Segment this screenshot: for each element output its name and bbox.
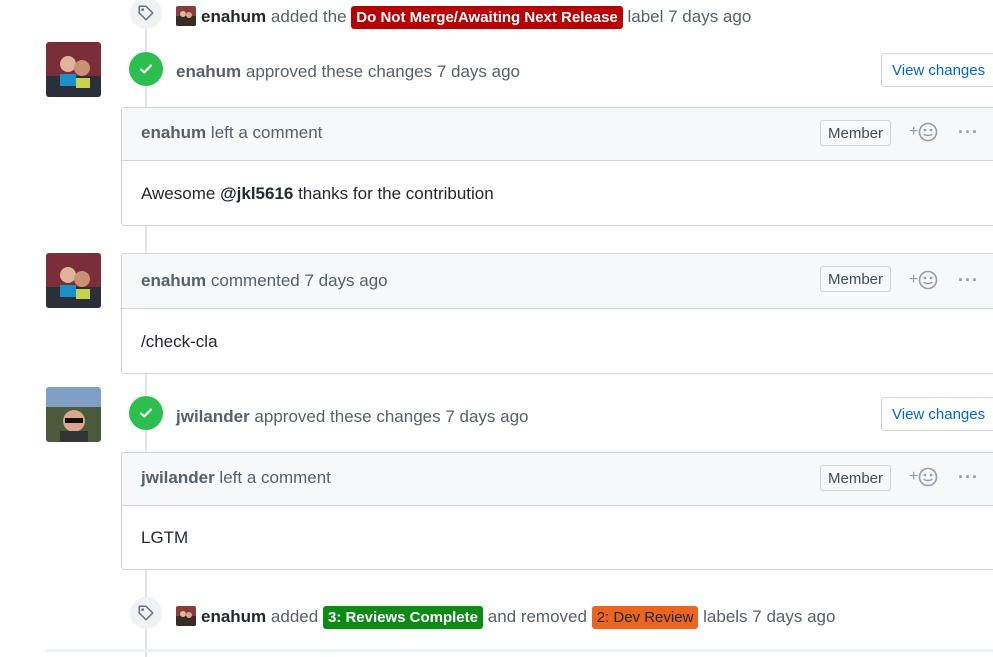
actor-link[interactable]: jwilander <box>176 407 250 426</box>
more-options-button[interactable]: ··· <box>958 467 979 488</box>
avatar[interactable] <box>46 387 101 442</box>
more-options-button[interactable]: ··· <box>958 270 979 291</box>
event-text: label 7 days ago <box>627 7 752 26</box>
comment-header: enahum commented 7 days ago Member + ··· <box>122 254 993 309</box>
issue-comment: enahum commented 7 days ago Member + ···… <box>121 253 993 374</box>
member-badge: Member <box>820 465 892 491</box>
review-approved-event: jwilander approved these changes 7 days … <box>176 407 529 427</box>
check-icon <box>129 52 163 86</box>
timeline-line <box>145 225 147 253</box>
comment-body: /check-cla <box>141 332 218 351</box>
actor-link[interactable]: enahum <box>201 607 266 626</box>
event-text: and removed <box>487 607 587 626</box>
add-reaction-button[interactable]: + <box>909 270 938 290</box>
actor-link[interactable]: jwilander <box>141 468 215 487</box>
review-approved-event: enahum approved these changes 7 days ago <box>176 62 520 82</box>
review-comment: jwilander left a comment Member + ··· LG… <box>121 452 993 570</box>
comment-author: enahum commented 7 days ago <box>141 271 388 291</box>
avatar[interactable] <box>46 42 101 97</box>
actor-link[interactable]: enahum <box>176 62 241 81</box>
view-changes-button[interactable]: View changes <box>881 53 993 87</box>
tag-icon <box>130 597 162 629</box>
avatar[interactable] <box>46 253 101 308</box>
review-comment: enahum left a comment Member + ··· Aweso… <box>121 107 993 226</box>
smiley-icon <box>919 122 938 142</box>
comment-author: enahum left a comment <box>141 123 322 143</box>
member-badge: Member <box>820 266 892 292</box>
comment-body: LGTM <box>141 528 189 547</box>
actor-link[interactable]: enahum <box>141 123 206 142</box>
avatar[interactable] <box>176 606 196 626</box>
tag-icon <box>130 0 162 29</box>
plus-icon: + <box>909 468 919 485</box>
event-text: added the <box>270 7 347 26</box>
view-changes-button[interactable]: View changes <box>881 397 993 431</box>
comment-text: Awesome <box>141 184 221 203</box>
plus-icon: + <box>909 271 919 288</box>
label-reviews-complete[interactable]: 3: Reviews Complete <box>322 606 483 629</box>
actor-link[interactable]: enahum <box>141 271 206 290</box>
member-badge: Member <box>820 120 892 146</box>
label-dev-review[interactable]: 2: Dev Review <box>591 606 699 629</box>
event-text: left a comment <box>210 123 323 142</box>
comment-author: jwilander left a comment <box>141 468 331 488</box>
event-text: added <box>270 607 319 626</box>
event-text: commented 7 days ago <box>210 271 388 290</box>
divider <box>46 649 993 652</box>
check-icon <box>129 396 163 430</box>
comment-header: enahum left a comment Member + ··· <box>122 108 993 161</box>
event-text: approved these changes 7 days ago <box>254 407 529 426</box>
avatar[interactable] <box>176 6 196 26</box>
event-text: left a comment <box>219 468 331 487</box>
more-options-button[interactable]: ··· <box>958 122 979 143</box>
mention-link[interactable]: @jkl5616 <box>220 184 293 203</box>
event-text: labels 7 days ago <box>703 607 836 626</box>
comment-body: Awesome @jkl5616 thanks for the contribu… <box>122 184 513 204</box>
actor-link[interactable]: enahum <box>201 7 266 26</box>
comment-text: thanks for the contribution <box>293 184 494 203</box>
comment-header: jwilander left a comment Member + ··· <box>122 453 993 506</box>
add-reaction-button[interactable]: + <box>909 122 938 142</box>
label-added-event: enahum added the Do Not Merge/Awaiting N… <box>176 6 751 29</box>
smiley-icon <box>919 270 938 290</box>
label-do-not-merge[interactable]: Do Not Merge/Awaiting Next Release <box>351 6 623 29</box>
event-text: approved these changes 7 days ago <box>245 62 521 81</box>
labels-changed-event: enahum added 3: Reviews Complete and rem… <box>176 606 835 629</box>
plus-icon: + <box>909 123 919 140</box>
add-reaction-button[interactable]: + <box>909 467 938 487</box>
smiley-icon <box>919 467 938 487</box>
